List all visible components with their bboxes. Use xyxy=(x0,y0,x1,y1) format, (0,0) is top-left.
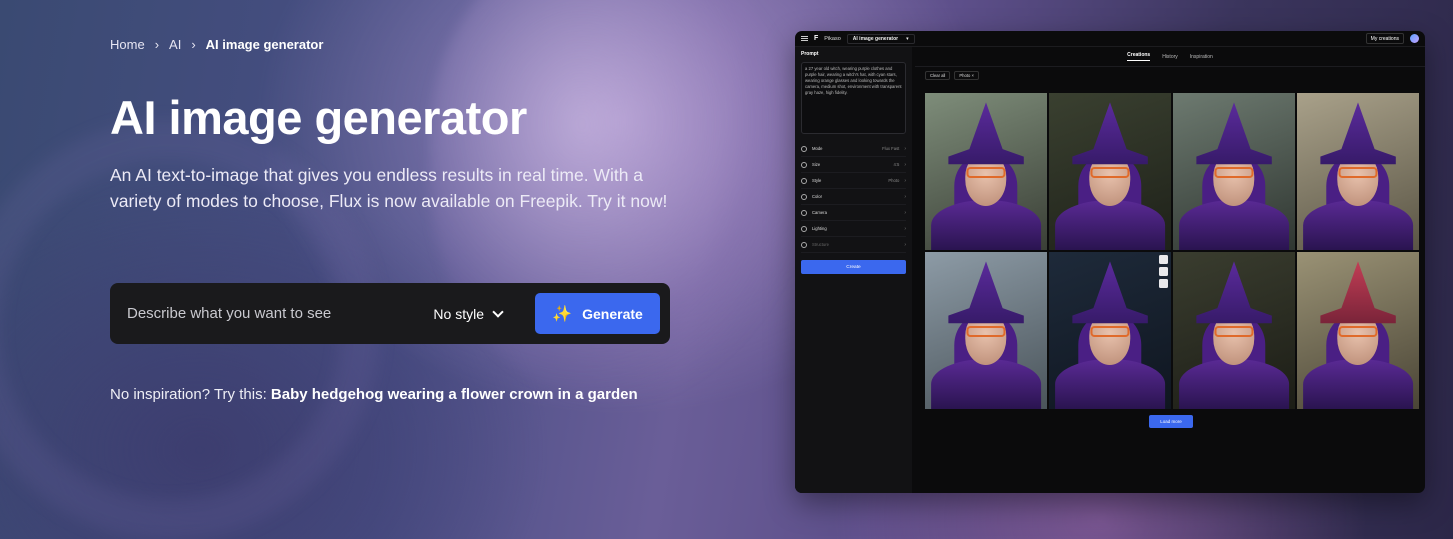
camera-icon xyxy=(801,209,807,216)
generate-button-label: Generate xyxy=(582,305,643,322)
my-creations-button[interactable]: My creations xyxy=(1365,33,1404,44)
generated-image[interactable] xyxy=(1173,93,1295,250)
inspiration-prefix: No inspiration? Try this: xyxy=(110,386,267,403)
setting-style[interactable]: Style Photo › xyxy=(801,173,906,189)
menu-icon[interactable] xyxy=(801,36,808,41)
product-name: Pikaso xyxy=(824,35,841,42)
freepik-logo: F xyxy=(814,35,819,42)
avatar[interactable] xyxy=(1410,34,1419,43)
style-dropdown-label: No style xyxy=(433,305,484,322)
app-sidebar: Prompt a 27 year old witch, wearing purp… xyxy=(795,47,912,493)
lighting-icon xyxy=(801,225,807,232)
tool-selector-label: AI image generator xyxy=(852,35,899,42)
chevron-right-icon: › xyxy=(154,37,160,52)
load-more-button[interactable]: Load more xyxy=(1149,415,1193,428)
page-subtitle: An AI text-to-image that gives you endle… xyxy=(110,165,668,211)
setting-lighting[interactable]: Lighting › xyxy=(801,221,906,237)
generated-image[interactable] xyxy=(925,93,1047,250)
breadcrumb-ai-link[interactable]: AI xyxy=(169,37,181,52)
breadcrumb: Home › AI › AI image generator xyxy=(110,37,323,52)
size-icon xyxy=(801,161,807,168)
app-tabs: Creations History Inspiration xyxy=(915,47,1425,67)
chevron-down-icon xyxy=(492,305,504,318)
generated-image[interactable] xyxy=(1049,252,1171,409)
style-thumbnail-icon xyxy=(801,177,807,184)
download-icon[interactable] xyxy=(1159,255,1168,264)
app-main: Creations History Inspiration Clear all … xyxy=(915,47,1425,493)
app-topbar: F Pikaso AI image generator ▾ My creatio… xyxy=(795,31,1425,47)
inspiration-example-link[interactable]: Baby hedgehog wearing a flower crown in … xyxy=(271,386,638,403)
style-dropdown[interactable]: No style xyxy=(433,305,504,322)
image-grid xyxy=(925,93,1419,409)
setting-structure[interactable]: Structure › xyxy=(801,237,906,253)
chevron-right-icon: › xyxy=(904,209,906,216)
chevron-right-icon: › xyxy=(191,37,196,52)
mode-icon xyxy=(801,145,807,152)
setting-color[interactable]: Color › xyxy=(801,189,906,205)
color-icon xyxy=(801,193,807,200)
chevron-right-icon: › xyxy=(904,145,906,152)
chevron-right-icon: › xyxy=(904,241,906,248)
filter-chip-photo[interactable]: Photo × xyxy=(954,70,979,80)
breadcrumb-home-link[interactable]: Home xyxy=(110,37,145,52)
structure-icon xyxy=(801,241,807,248)
app-prompt-textarea[interactable]: a 27 year old witch, wearing purple clot… xyxy=(801,62,906,134)
generated-image[interactable] xyxy=(1049,93,1171,250)
magic-wand-icon: ✨ xyxy=(552,305,573,323)
tab-history[interactable]: History xyxy=(1162,54,1178,60)
chevron-right-icon: › xyxy=(904,177,906,184)
chevron-right-icon: › xyxy=(904,225,906,232)
chevron-down-icon: ▾ xyxy=(906,35,909,42)
image-actions xyxy=(1159,255,1168,288)
breadcrumb-current: AI image generator xyxy=(205,37,324,52)
generated-image[interactable] xyxy=(925,252,1047,409)
generated-image[interactable] xyxy=(1297,93,1419,250)
tab-creations[interactable]: Creations xyxy=(1127,52,1151,61)
settings-list: Mode Flux Fast › Size 4:5 › Style Photo … xyxy=(801,141,906,253)
inspiration-text: No inspiration? Try this: Baby hedgehog … xyxy=(110,386,638,403)
app-preview: F Pikaso AI image generator ▾ My creatio… xyxy=(795,31,1425,493)
page-title: AI image generator xyxy=(110,91,527,144)
tab-inspiration[interactable]: Inspiration xyxy=(1190,54,1213,60)
generated-image[interactable] xyxy=(1173,252,1295,409)
setting-camera[interactable]: Camera › xyxy=(801,205,906,221)
prompt-bar: No style ✨ Generate xyxy=(110,283,670,344)
prompt-label: Prompt xyxy=(801,51,819,57)
setting-size[interactable]: Size 4:5 › xyxy=(801,157,906,173)
setting-mode[interactable]: Mode Flux Fast › xyxy=(801,141,906,157)
filter-bar: Clear all Photo × xyxy=(915,67,1425,83)
expand-icon[interactable] xyxy=(1159,279,1168,288)
chevron-right-icon: › xyxy=(904,193,906,200)
edit-icon[interactable] xyxy=(1159,267,1168,276)
generated-image[interactable] xyxy=(1297,252,1419,409)
generate-button[interactable]: ✨ Generate xyxy=(535,293,660,334)
create-button[interactable]: Create xyxy=(801,260,906,274)
chevron-right-icon: › xyxy=(904,161,906,168)
clear-all-button[interactable]: Clear all xyxy=(925,70,951,80)
prompt-input[interactable] xyxy=(110,283,434,344)
tool-selector[interactable]: AI image generator ▾ xyxy=(846,33,915,44)
close-icon[interactable]: × xyxy=(972,73,974,78)
